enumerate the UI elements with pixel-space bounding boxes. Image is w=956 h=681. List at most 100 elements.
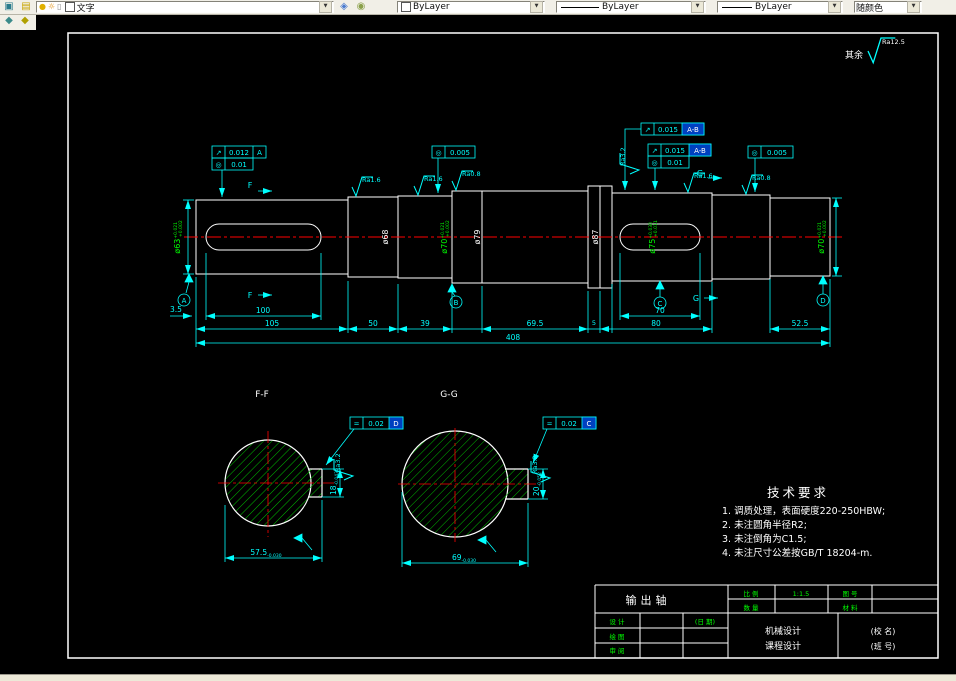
datum-letters: A B C D: [182, 297, 826, 308]
dim-39: 39: [420, 319, 430, 328]
frame6-value: 0.01: [667, 159, 683, 167]
toolbar-row-2: ◆ ◆: [0, 15, 36, 30]
roughness-value: Ra3.2: [619, 147, 627, 166]
general-roughness-prefix: 其余: [845, 49, 863, 61]
frame9-value: 0.02: [561, 420, 577, 428]
cut-g-top: G: [697, 169, 703, 178]
section-ff-label: F-F: [255, 390, 269, 400]
roughness-value: Ra3.2: [334, 453, 342, 472]
dim-52-5: 52.5: [792, 319, 809, 328]
dim-57-5: 57.5-0.030: [250, 548, 281, 559]
frame1-symbol: ↗: [216, 149, 222, 157]
frame8-value: 0.02: [368, 420, 384, 428]
tech-line-1: 1. 调质处理，表面硬度220-250HBW;: [722, 505, 885, 517]
dia-70-right: ø70+0.021+0.002: [817, 220, 828, 254]
frame9-datum: C: [587, 420, 592, 428]
frame7-symbol: ◎: [751, 149, 757, 157]
color-dropdown-arrow[interactable]: ▼: [530, 1, 543, 13]
roughness-marks: Ra1.6 Ra1.6 Ra0.8 Ra3.2 Ra1.6 Ra0.8 Ra3.…: [333, 147, 771, 483]
section-gg-label: G-G: [440, 390, 458, 400]
layer-manager-icon[interactable]: ▤: [19, 1, 33, 13]
roughness-value: Ra1.6: [424, 175, 443, 183]
general-roughness: 其余 Ra12.5: [845, 37, 905, 64]
dim-50: 50: [368, 319, 378, 328]
date-label: (日 期): [695, 618, 715, 626]
make-object-layer-current-icon[interactable]: ◈: [337, 1, 351, 13]
tech-requirements: 技术要求 1. 调质处理，表面硬度220-250HBW; 2. 未注圆角半径R2…: [722, 485, 885, 559]
frame4-symbol: ↗: [645, 126, 651, 134]
linetype-dropdown-arrow[interactable]: ▼: [691, 1, 704, 13]
datum-d: D: [820, 297, 825, 305]
roughness-value: Ra3.2: [531, 455, 539, 474]
sw-isometric-view-icon[interactable]: ◆: [2, 15, 16, 27]
cut-f-top: F: [248, 181, 253, 190]
layer-on-icon: ●: [39, 2, 46, 11]
current-layer-name: 文字: [76, 3, 95, 14]
frame5-datum: A-B: [694, 147, 706, 155]
frame6-symbol: ◎: [651, 159, 657, 167]
plotstyle-dropdown[interactable]: 随颜色 ▼: [854, 1, 922, 14]
dia-75: ø75+0.030+0.011: [648, 220, 659, 254]
review-label: 审 阅: [609, 646, 624, 655]
org-line-2: 课程设计: [765, 640, 801, 652]
plotstyle-dropdown-arrow[interactable]: ▼: [907, 1, 920, 13]
layer-dropdown-arrow[interactable]: ▼: [319, 1, 332, 13]
frame1-value: 0.012: [229, 149, 249, 157]
current-lineweight-value: ByLayer: [755, 2, 792, 12]
layer-properties-icon[interactable]: ▣: [2, 1, 16, 13]
draft-label: 绘 图: [609, 632, 624, 641]
dim-3-5: 3.5: [170, 305, 182, 314]
tech-line-4: 4. 未注尺寸公差按GB/T 18204-m.: [722, 547, 872, 559]
dim-408: 408: [506, 333, 521, 342]
layer-dropdown[interactable]: ● ☼ ▯ 文字 ▼: [36, 1, 334, 14]
current-color-swatch: [401, 2, 411, 12]
dim-69: 69-0.030: [452, 553, 476, 564]
cut-g-bottom: G: [693, 294, 699, 303]
roughness-value: Ra1.6: [362, 176, 381, 184]
se-isometric-view-icon[interactable]: ◆: [18, 15, 32, 27]
dwgno-label: 图 号: [842, 590, 858, 598]
dim-105: 105: [265, 319, 280, 328]
frame2-symbol: ◎: [215, 161, 221, 169]
layer-color-swatch: [64, 2, 75, 12]
dia-87: ø87: [591, 229, 600, 244]
layer-lock-icon: ▯: [57, 2, 62, 11]
linetype-sample-icon: [561, 6, 599, 8]
roughness-value: Ra0.8: [752, 174, 771, 182]
current-color-value: ByLayer: [413, 2, 450, 12]
color-dropdown[interactable]: ByLayer ▼: [397, 1, 545, 13]
qty-label: 数 量: [743, 603, 759, 612]
datum-b: B: [454, 299, 459, 307]
cut-f-bottom: F: [248, 291, 253, 300]
class-number: (班 号): [871, 641, 896, 651]
lineweight-dropdown[interactable]: ByLayer ▼: [717, 1, 843, 13]
frame8-symbol: =: [354, 420, 360, 428]
datum-a: A: [182, 297, 187, 305]
current-plotstyle-value: 随颜色: [856, 3, 884, 14]
lineweight-sample-icon: [722, 6, 752, 8]
dim-5: 5: [592, 319, 596, 327]
lineweight-dropdown-arrow[interactable]: ▼: [828, 1, 841, 13]
command-bar-edge: [0, 674, 956, 681]
dim-69-5: 69.5: [527, 319, 544, 328]
school-name: (校 名): [871, 626, 896, 636]
org-line-1: 机械设计: [765, 625, 801, 637]
frame9-symbol: =: [547, 420, 553, 428]
tech-line-2: 2. 未注圆角半径R2;: [722, 519, 807, 531]
sheet-frame: [67, 32, 939, 659]
frame3-value: 0.005: [450, 149, 470, 157]
frame5-symbol: ↗: [652, 147, 658, 155]
linetype-dropdown[interactable]: ByLayer ▼: [556, 1, 706, 13]
dia-79: ø79: [473, 229, 482, 244]
datum-c: C: [658, 300, 663, 308]
scale-value: 1:1.5: [793, 590, 810, 598]
tech-title: 技术要求: [767, 485, 829, 500]
section-gg: [398, 428, 540, 542]
material-label: 材 料: [842, 603, 858, 612]
layer-freeze-icon: ☼: [47, 2, 56, 11]
frame4-datum: A-B: [687, 126, 699, 134]
frame7-value: 0.005: [767, 149, 787, 157]
dim-100: 100: [256, 306, 271, 315]
layer-previous-icon[interactable]: ◉: [354, 1, 368, 13]
design-label: 设 计: [609, 617, 625, 626]
